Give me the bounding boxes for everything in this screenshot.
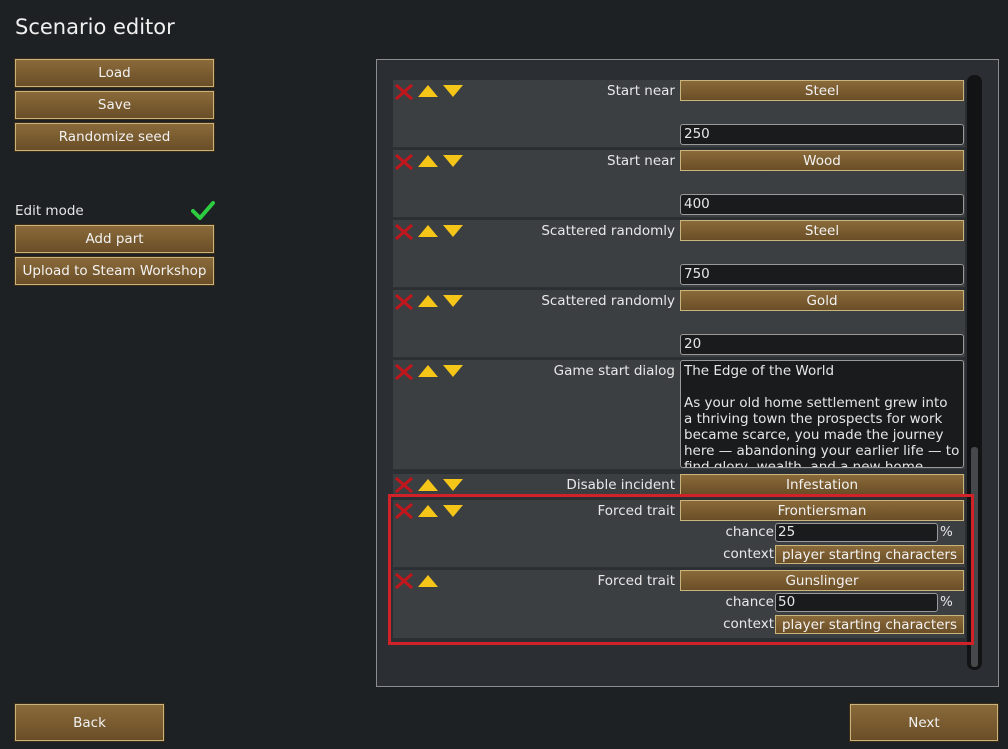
move-down-icon[interactable] [442,84,464,98]
move-down-icon[interactable] [442,294,464,308]
part-label: Start near [607,153,675,169]
part-label: Forced trait [597,503,675,519]
part-row: Disable incident Infestation [393,474,965,496]
move-up-icon[interactable] [417,294,439,308]
randomize-seed-button[interactable]: Randomize seed [14,122,215,152]
next-button[interactable]: Next [849,703,999,742]
add-part-button[interactable]: Add part [14,224,215,254]
delete-icon[interactable] [393,292,415,312]
delete-icon[interactable] [393,571,415,591]
part-label: Start near [607,83,675,99]
part-row: Game start dialog The Edge of the World … [393,360,965,470]
back-button[interactable]: Back [14,703,165,742]
move-up-icon[interactable] [417,84,439,98]
context-label: context [723,616,774,632]
part-label: Scattered randomly [541,293,675,309]
delete-icon[interactable] [393,362,415,382]
dialog-text-area[interactable]: The Edge of the World As your old home s… [680,360,964,468]
incident-button[interactable]: Infestation [680,474,964,495]
chance-label: chance [725,594,774,610]
load-button[interactable]: Load [14,58,215,88]
move-down-icon[interactable] [442,224,464,238]
part-label: Forced trait [597,573,675,589]
delete-icon[interactable] [393,82,415,102]
part-row: Forced trait Frontiersman chance 25 % co… [393,500,965,568]
chance-label: chance [725,524,774,540]
move-up-icon[interactable] [417,574,439,588]
move-up-icon[interactable] [417,364,439,378]
part-row: Scattered randomly Gold 20 [393,290,965,358]
thing-def-button[interactable]: Wood [680,150,964,171]
part-row: Start near Steel 250 [393,80,965,148]
move-up-icon[interactable] [417,224,439,238]
count-field[interactable]: 20 [680,334,964,355]
thing-def-button[interactable]: Steel [680,80,964,101]
part-label: Game start dialog [553,363,675,379]
chance-field[interactable]: 50 [775,593,938,612]
move-down-icon[interactable] [442,504,464,518]
context-label: context [723,546,774,562]
percent-label: % [940,594,953,610]
context-button[interactable]: player starting characters [775,545,964,564]
part-row: Start near Wood 400 [393,150,965,218]
delete-icon[interactable] [393,152,415,172]
thing-def-button[interactable]: Gold [680,290,964,311]
thing-def-button[interactable]: Steel [680,220,964,241]
delete-icon[interactable] [393,475,415,495]
checkmark-icon[interactable] [191,200,215,222]
edit-mode-label: Edit mode [15,203,84,219]
count-field[interactable]: 250 [680,124,964,145]
move-up-icon[interactable] [417,504,439,518]
part-label: Disable incident [566,477,675,493]
scrollbar-thumb[interactable] [971,447,978,667]
trait-button[interactable]: Gunslinger [680,570,964,591]
percent-label: % [940,524,953,540]
part-row: Scattered randomly Steel 750 [393,220,965,288]
delete-icon[interactable] [393,501,415,521]
chance-field[interactable]: 25 [775,523,938,542]
move-up-icon[interactable] [417,154,439,168]
move-down-icon[interactable] [442,364,464,378]
move-up-icon[interactable] [417,478,439,492]
count-field[interactable]: 750 [680,264,964,285]
trait-button[interactable]: Frontiersman [680,500,964,521]
context-button[interactable]: player starting characters [775,615,964,634]
move-down-icon[interactable] [442,478,464,492]
upload-workshop-button[interactable]: Upload to Steam Workshop [14,256,215,286]
save-button[interactable]: Save [14,90,215,120]
part-row: Forced trait Gunslinger chance 50 % cont… [393,570,965,638]
count-field[interactable]: 400 [680,194,964,215]
part-label: Scattered randomly [541,223,675,239]
delete-icon[interactable] [393,222,415,242]
page-title: Scenario editor [15,15,175,39]
move-down-icon[interactable] [442,154,464,168]
